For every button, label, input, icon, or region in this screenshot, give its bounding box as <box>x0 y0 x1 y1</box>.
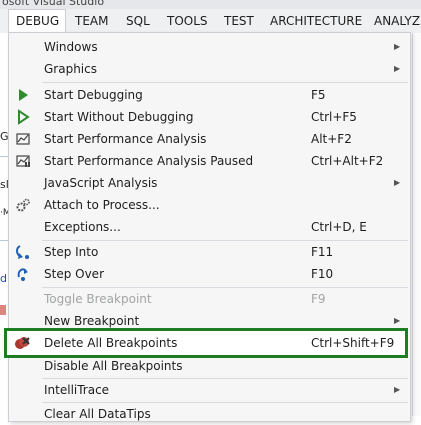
menu-item-shortcut: F9 <box>311 292 326 306</box>
menu-item-shortcut: Alt+F2 <box>311 132 352 146</box>
window-title-bar: osoft Visual Studio <box>0 0 421 9</box>
menu-item-disable-all-breakpoints[interactable]: Disable All Breakpoints <box>9 355 409 377</box>
menu-item-label: Delete All Breakpoints <box>44 336 178 350</box>
menu-item-javascript-analysis[interactable]: JavaScript Analysis ▶ <box>9 172 410 194</box>
menu-item-shortcut: Ctrl+Shift+F9 <box>311 336 395 350</box>
menu-item-label: Graphics <box>44 62 97 76</box>
menu-item-label: Step Into <box>44 245 99 259</box>
menu-item-clear-all-datatips[interactable]: Clear All DataTips <box>9 403 409 425</box>
menu-item-intellitrace[interactable]: IntelliTrace ▶ <box>9 379 409 401</box>
menu-item-label: Start Performance Analysis <box>44 132 207 146</box>
menu-item-label: Start Without Debugging <box>44 110 194 124</box>
menu-item-start-performance-analysis[interactable]: Start Performance Analysis Alt+F2 <box>9 128 410 150</box>
menu-bar: DEBUG TEAM SQL TOOLS TEST ARCHITECTURE A… <box>0 9 421 33</box>
menu-item-shortcut: Ctrl+Alt+F2 <box>311 154 384 168</box>
menu-item-label: IntelliTrace <box>44 383 110 397</box>
menu-tools[interactable]: TOOLS <box>167 9 208 33</box>
submenu-arrow-icon: ▶ <box>394 385 401 394</box>
menu-item-start-debugging[interactable]: Start Debugging F5 <box>9 84 410 106</box>
menu-item-start-performance-analysis-paused[interactable]: Start Performance Analysis Paused Ctrl+A… <box>9 150 410 172</box>
menu-architecture[interactable]: ARCHITECTURE <box>270 9 362 33</box>
menu-item-delete-all-breakpoints[interactable]: Delete All Breakpoints Ctrl+Shift+F9 <box>9 332 404 354</box>
play-icon <box>19 89 28 101</box>
menu-separator <box>42 82 408 83</box>
menu-item-label: JavaScript Analysis <box>44 176 158 190</box>
menu-item-label: Disable All Breakpoints <box>44 359 183 373</box>
menu-item-step-into[interactable]: Step Into F11 <box>9 241 410 263</box>
menu-item-shortcut: F11 <box>311 245 334 259</box>
menu-item-shortcut: Ctrl+D, E <box>311 220 367 234</box>
submenu-arrow-icon: ▶ <box>394 178 401 187</box>
menu-item-shortcut: F5 <box>311 88 326 102</box>
play-outline-icon <box>18 109 30 125</box>
menu-item-label: Start Debugging <box>44 88 143 102</box>
menu-item-label: Toggle Breakpoint <box>44 292 152 306</box>
menu-item-label: Clear All DataTips <box>44 407 151 421</box>
performance-icon <box>16 133 30 145</box>
menu-item-shortcut: F10 <box>311 267 334 281</box>
menu-debug[interactable]: DEBUG <box>8 9 66 33</box>
menu-test[interactable]: TEST <box>224 9 254 33</box>
performance-paused-icon <box>16 155 30 167</box>
step-over-icon <box>17 268 28 281</box>
menu-item-label: Attach to Process... <box>44 198 160 212</box>
submenu-arrow-icon: ▶ <box>394 42 401 51</box>
background-divider <box>0 240 8 241</box>
menu-item-windows[interactable]: Windows ▶ <box>9 36 410 58</box>
menu-item-label: Start Performance Analysis Paused <box>44 154 254 168</box>
submenu-arrow-icon: ▶ <box>394 64 401 73</box>
delete-breakpoints-icon <box>15 337 30 349</box>
background-divider <box>0 156 8 157</box>
menu-team[interactable]: TEAM <box>75 9 108 33</box>
background-link: d <box>0 272 7 285</box>
menu-item-label: Windows <box>44 40 98 54</box>
menu-item-start-without-debugging[interactable]: Start Without Debugging Ctrl+F5 <box>9 106 410 128</box>
gears-icon <box>16 198 30 212</box>
menu-item-step-over[interactable]: Step Over F10 <box>9 263 410 285</box>
menu-item-label: Step Over <box>44 267 104 281</box>
menu-item-attach-to-process[interactable]: Attach to Process... <box>9 194 410 216</box>
menu-analyze[interactable]: ANALYZE <box>374 9 421 33</box>
step-into-icon <box>16 245 29 259</box>
menu-item-toggle-breakpoint[interactable]: Toggle Breakpoint F9 <box>9 288 410 310</box>
menu-item-graphics[interactable]: Graphics ▶ <box>9 58 410 80</box>
window-title: osoft Visual Studio <box>2 0 105 8</box>
editor-scroll-strip <box>412 33 421 416</box>
menu-sql[interactable]: SQL <box>126 9 150 33</box>
menu-item-exceptions[interactable]: Exceptions... Ctrl+D, E <box>9 216 410 238</box>
menu-item-shortcut: Ctrl+F5 <box>311 110 357 124</box>
menu-item-label: Exceptions... <box>44 220 121 234</box>
background-marker <box>0 305 6 315</box>
